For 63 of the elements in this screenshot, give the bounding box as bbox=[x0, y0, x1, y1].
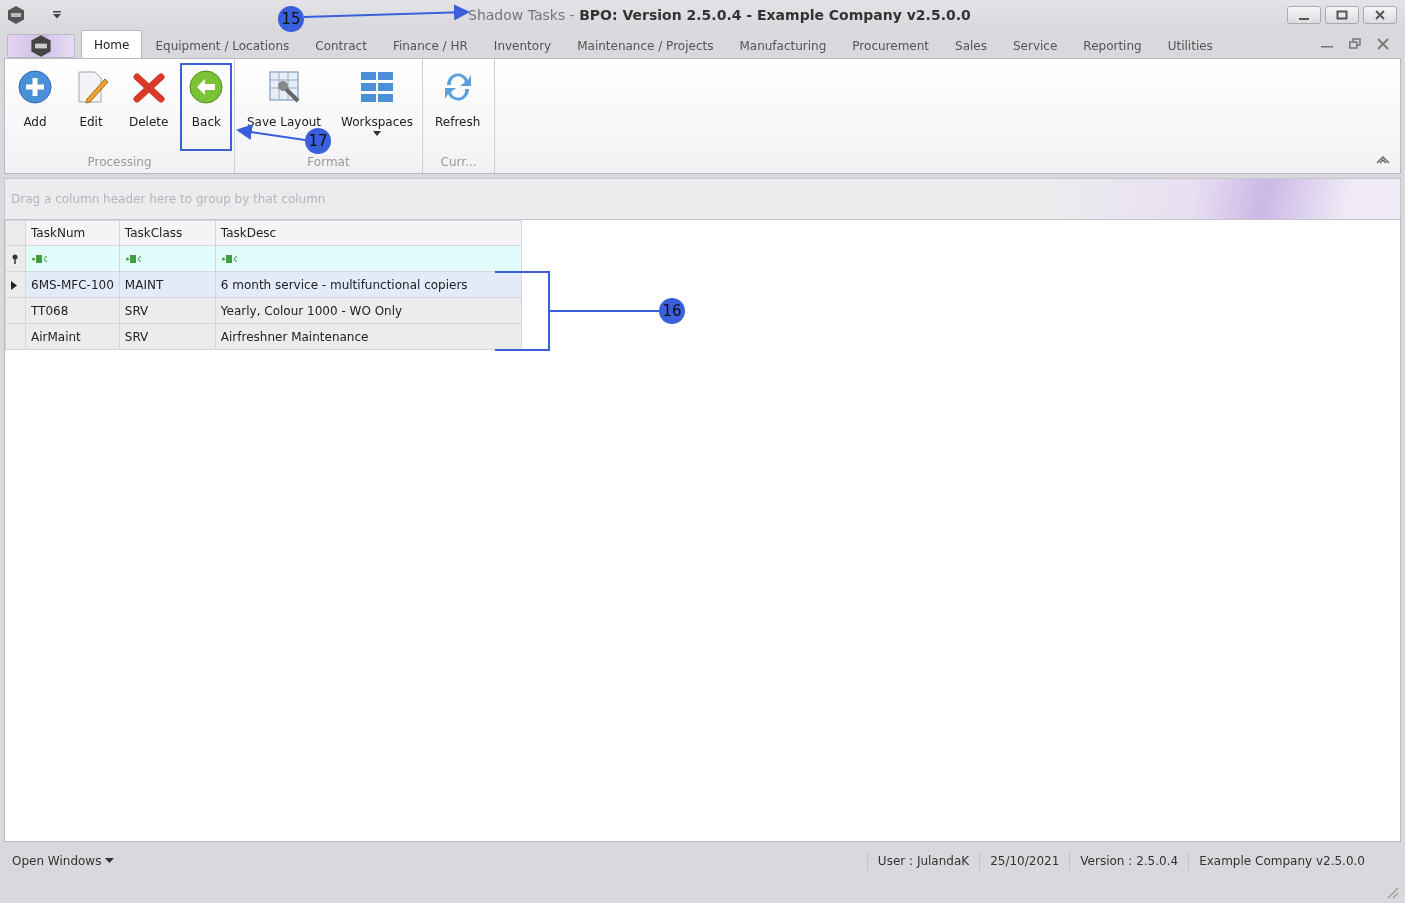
quick-access-dropdown-icon[interactable] bbox=[52, 11, 62, 19]
maximize-icon bbox=[1336, 10, 1348, 20]
maximize-button[interactable] bbox=[1325, 6, 1359, 24]
table-cell: 6MS-MFC-100 bbox=[25, 271, 120, 298]
ribbon-tab[interactable]: Utilities bbox=[1154, 32, 1226, 58]
close-icon[interactable] bbox=[1377, 38, 1389, 50]
table-cell: SRV bbox=[119, 323, 216, 350]
ribbon-tab[interactable]: Maintenance / Projects bbox=[564, 32, 727, 58]
ribbon-button[interactable]: Workspaces bbox=[333, 63, 421, 151]
text-filter-icon[interactable] bbox=[124, 254, 143, 264]
caret-icon bbox=[373, 131, 381, 136]
add-icon bbox=[17, 69, 53, 105]
status-text: User : JulandaK bbox=[866, 852, 980, 870]
ribbon-button[interactable]: Back bbox=[180, 63, 233, 151]
window-title: Shadow Tasks - BPO: Version 2.5.0.4 - Example Company v2.5.0.0 bbox=[468, 5, 971, 25]
resize-grip-icon[interactable] bbox=[1385, 885, 1399, 899]
ribbon-tab[interactable]: Sales bbox=[942, 32, 1000, 58]
close-icon bbox=[1374, 10, 1386, 20]
ribbon-group-label: Processing bbox=[86, 154, 153, 171]
ribbon-tab[interactable]: Service bbox=[1000, 32, 1071, 58]
filter-pin-icon bbox=[11, 254, 19, 264]
ribbon-tab[interactable]: Finance / HR bbox=[379, 32, 481, 58]
ribbon-tab[interactable]: Contract bbox=[302, 32, 380, 58]
text-filter-icon[interactable] bbox=[31, 254, 49, 264]
table-cell: TT068 bbox=[25, 297, 120, 324]
group-panel-hint: Drag a column header here to group by that column bbox=[4, 178, 1401, 220]
ribbon-button[interactable]: Refresh bbox=[427, 63, 489, 151]
ribbon-group-label: Curr... bbox=[439, 154, 478, 171]
table-cell: Yearly, Colour 1000 - WO Only bbox=[215, 297, 522, 324]
table-cell: SRV bbox=[119, 297, 216, 324]
app-logo-icon[interactable] bbox=[6, 5, 26, 25]
table-cell: MAINT bbox=[119, 271, 216, 298]
application-menu-button[interactable] bbox=[7, 34, 75, 58]
column-header[interactable]: TaskClass bbox=[119, 220, 216, 246]
app-logo-icon bbox=[29, 34, 53, 58]
ribbon-button[interactable]: Delete bbox=[121, 63, 177, 151]
column-header[interactable]: TaskDesc bbox=[215, 220, 522, 246]
table-cell: Airfreshner Maintenance bbox=[215, 323, 522, 350]
table-cell: 6 month service - multifunctional copiers bbox=[215, 271, 522, 298]
restore-icon[interactable] bbox=[1349, 38, 1361, 50]
minimize-icon bbox=[1299, 17, 1309, 20]
column-header[interactable]: TaskNum bbox=[25, 220, 120, 246]
status-text: Version : 2.5.0.4 bbox=[1069, 852, 1189, 870]
ribbon-tab[interactable]: Home bbox=[81, 30, 143, 58]
caret-icon[interactable] bbox=[105, 858, 115, 864]
ribbon-button[interactable]: Add bbox=[9, 63, 61, 151]
workspaces-icon bbox=[359, 69, 395, 105]
ribbon-tab[interactable]: Reporting bbox=[1070, 32, 1155, 58]
ribbon-tab[interactable]: Manufacturing bbox=[726, 32, 840, 58]
close-button[interactable] bbox=[1363, 6, 1397, 24]
open-windows-dropdown[interactable]: Open Windows bbox=[12, 852, 102, 870]
ribbon-group-label: Format bbox=[306, 154, 351, 171]
ribbon-button[interactable]: Edit bbox=[65, 63, 117, 151]
collapse-ribbon-icon[interactable] bbox=[1376, 155, 1390, 165]
text-filter-icon[interactable] bbox=[220, 254, 239, 264]
ribbon-tab[interactable]: Procurement bbox=[839, 32, 943, 58]
status-text: Example Company v2.5.0.0 bbox=[1188, 852, 1375, 870]
table-cell: AirMaint bbox=[25, 323, 120, 350]
status-text: 25/10/2021 bbox=[979, 852, 1070, 870]
minimize-button[interactable] bbox=[1287, 6, 1321, 24]
ribbon-tab[interactable]: Equipment / Locations bbox=[142, 32, 303, 58]
ribbon-tab[interactable]: Inventory bbox=[480, 32, 565, 58]
back-icon bbox=[188, 69, 225, 105]
